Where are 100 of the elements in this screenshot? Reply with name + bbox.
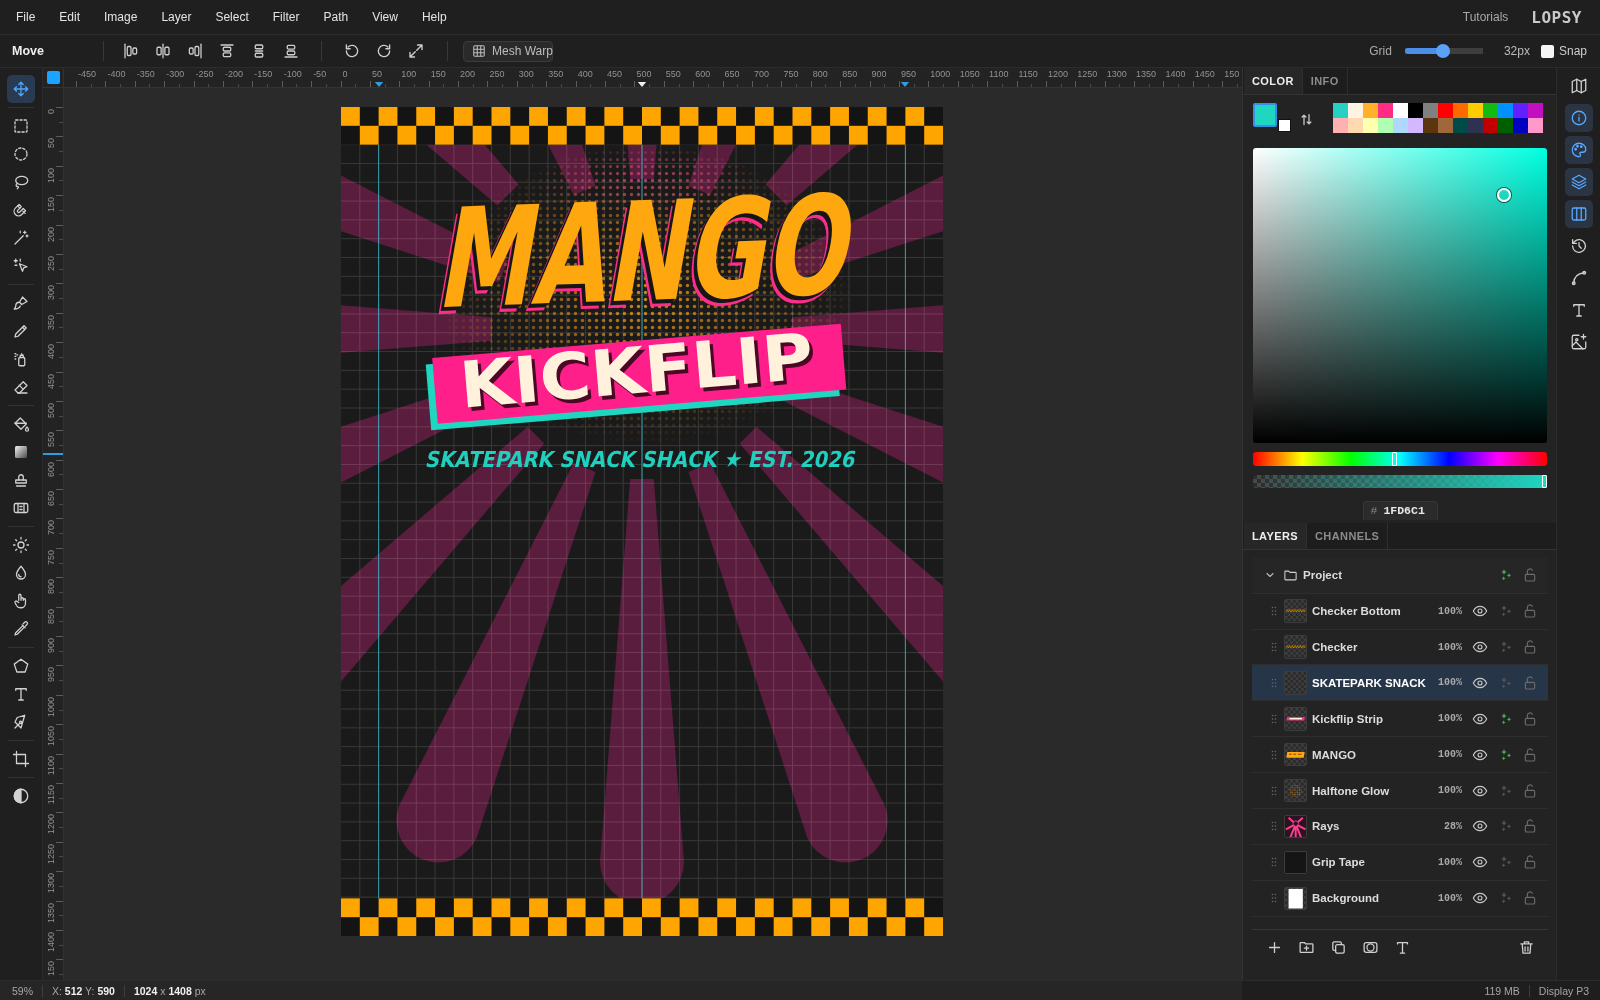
canvas-size: 1024 x 1408 px [133,984,206,997]
menu-item[interactable]: Layer [149,7,204,27]
copy-icon[interactable] [1329,939,1347,957]
unlock-icon[interactable] [1522,639,1538,655]
swatch-icon[interactable] [1333,118,1348,133]
swatch-icon[interactable] [1528,103,1543,118]
layer-row[interactable]: Checker Bottom 100% [1252,593,1548,630]
redo-icon[interactable] [375,42,393,60]
hex-input[interactable]: # 1FD6C1 [1362,500,1438,520]
swatch-icon[interactable] [1393,118,1408,133]
layers-icon [1569,173,1588,191]
unlock-icon[interactable] [1522,854,1538,871]
swatch-icon[interactable] [1438,118,1453,133]
swatch-icon[interactable] [1528,118,1543,133]
swatch-icon[interactable] [1348,103,1363,118]
panel-tab[interactable]: COLOR [1244,68,1303,94]
swatch-icon[interactable] [1513,118,1528,133]
menu-item[interactable]: View [360,7,410,27]
slider-thumb[interactable] [1391,452,1397,466]
unlock-icon[interactable] [1522,818,1538,835]
swatch-icon[interactable] [1438,103,1453,118]
swatch-icon[interactable] [1423,103,1438,118]
swatch-icon[interactable] [1483,103,1498,118]
layer-row[interactable]: Kickflip Strip 100% [1252,701,1548,738]
swatch-icon[interactable] [1423,118,1438,133]
unlock-icon[interactable] [1522,567,1538,584]
panel-tab[interactable]: LAYERS [1244,523,1307,549]
menu-item[interactable]: Help [409,7,459,27]
unlock-icon[interactable] [1522,710,1538,727]
align-top-icon[interactable] [218,42,236,60]
hue-slider[interactable] [1253,452,1547,466]
ruler-label: 600 [46,461,56,477]
swap-icon[interactable] [1299,112,1314,127]
swatch-icon[interactable] [1393,103,1408,118]
menu-item[interactable]: Image [92,7,150,27]
ruler-label: 150 [46,961,56,977]
panel-toggle-button[interactable] [1564,136,1593,164]
swatch-icon[interactable] [1513,103,1528,118]
slider-thumb[interactable] [1542,474,1547,488]
sparkle-cursor-icon [12,257,30,275]
panel-toggle-button[interactable] [1564,200,1593,228]
swatch-icon[interactable] [1498,118,1513,133]
color-field[interactable] [1253,148,1547,443]
ruler-label: 1200 [1047,70,1068,79]
swatch-icon[interactable] [1363,103,1378,118]
menu-item[interactable]: Filter [260,7,312,27]
swatch-icon[interactable] [1363,118,1378,133]
align-right-icon[interactable] [186,42,204,60]
panel-tab[interactable]: CHANNELS [1307,523,1389,549]
layer-row[interactable]: MANGO 100% [1252,737,1548,774]
tutorials-link[interactable]: Tutorials [1462,10,1509,24]
swatch-icon[interactable] [1408,103,1423,118]
swatch-icon[interactable] [1498,103,1513,118]
align-left-icon[interactable] [122,42,140,60]
swatch-icon[interactable] [1378,103,1393,118]
unlock-icon[interactable] [1522,890,1538,907]
layer-row[interactable]: SKATEPARK SNACK 100% [1252,665,1548,702]
active-tool-label: Move [12,44,45,58]
swatch-icon[interactable] [1333,103,1348,118]
cursor-position: X: 512 Y: 590 [52,984,115,997]
foreground-swatch-icon[interactable] [1253,103,1277,127]
eye-icon[interactable] [1472,639,1488,655]
unlock-icon[interactable] [1522,746,1538,763]
panel-toggle-button[interactable] [1564,168,1593,196]
expand-icon[interactable] [407,42,425,60]
panel-toggle-button[interactable] [1564,104,1593,132]
menu-item[interactable]: File [4,7,48,27]
alpha-slider[interactable] [1253,474,1547,488]
trash-icon[interactable] [1517,939,1535,957]
swatch-icon[interactable] [1453,103,1468,118]
unlock-icon[interactable] [1522,782,1538,799]
layer-row[interactable]: Grip Tape 100% [1252,844,1548,881]
picker-handle-icon[interactable] [1497,188,1512,203]
ruler-label: 500 [636,70,652,79]
align-bottom-icon[interactable] [282,42,300,60]
swatch-icon[interactable] [1468,103,1483,118]
ruler-label: 1400 [1165,70,1186,79]
unlock-icon[interactable] [1522,603,1538,620]
layer-row[interactable]: Rays 28% [1252,809,1548,845]
menu-item[interactable]: Path [311,7,361,27]
slider-thumb[interactable] [1436,44,1451,58]
layer-row[interactable]: Background 100% [1252,880,1548,917]
thumbnail-icon [1284,635,1308,659]
swatch-icon[interactable] [1483,118,1498,133]
mesh-warp-button[interactable]: Mesh Warp [463,40,553,62]
swatch-icon[interactable] [1408,118,1423,133]
layer-row[interactable]: Halftone Glow 100% [1252,773,1548,810]
swatch-icon[interactable] [1378,118,1393,133]
snap-checkbox[interactable] [1540,44,1554,58]
swatch-icon[interactable] [1348,118,1363,133]
swatch-icon[interactable] [1453,118,1468,133]
tool-button[interactable] [7,75,35,103]
menu-item[interactable]: Select [203,7,261,27]
panel-tab[interactable]: INFO [1302,68,1348,94]
align-center-icon[interactable] [154,42,172,60]
background-swatch-icon[interactable] [1278,119,1291,132]
swatch-icon[interactable] [1468,118,1483,133]
menu-item[interactable]: Edit [47,7,93,27]
undo-icon[interactable] [343,42,361,60]
zoom-level[interactable]: 59% [12,984,33,997]
